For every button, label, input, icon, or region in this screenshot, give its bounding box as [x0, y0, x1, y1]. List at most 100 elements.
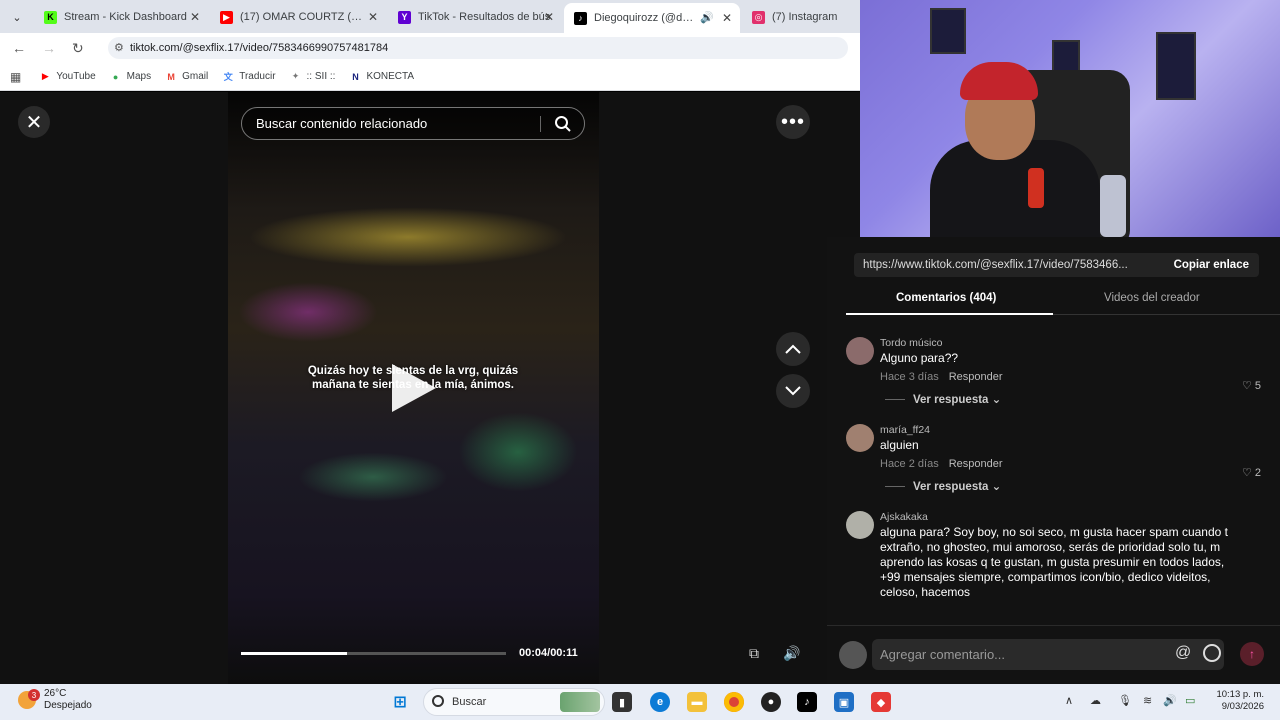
- previous-video-button[interactable]: [776, 332, 810, 366]
- more-options-button[interactable]: •••: [776, 105, 810, 139]
- microphone: [1028, 168, 1044, 208]
- search-placeholder: Buscar contenido relacionado: [256, 116, 428, 131]
- floating-player-icon[interactable]: ⧉: [743, 642, 765, 664]
- avatar[interactable]: [846, 424, 874, 452]
- translate-icon: 文: [223, 72, 233, 82]
- gmail-icon: M: [167, 71, 175, 82]
- bookmarks-bar: ▦ ▶ YouTube ● Maps M Gmail 文 Traducir ✦:: SI…: [0, 63, 860, 91]
- chevron-down-icon: ⌄: [991, 481, 1002, 493]
- view-replies-button[interactable]: Ver respuesta ⌄: [885, 392, 1271, 406]
- tab-creator-videos[interactable]: Videos del creador: [1104, 292, 1200, 304]
- windows-start-icon[interactable]: ⊞: [390, 692, 410, 712]
- edge-icon[interactable]: e: [650, 692, 670, 712]
- youtube-icon: ▶: [220, 10, 233, 24]
- tab-tiktok-active[interactable]: ♪ Diegoquirozz (@diegoq 🔊 ✕: [564, 3, 740, 33]
- apps-grid-icon[interactable]: ▦: [10, 70, 21, 84]
- bookmark-label: Maps: [126, 71, 152, 82]
- chevron-up-icon[interactable]: ∧: [1065, 694, 1073, 707]
- forward-icon[interactable]: →: [42, 40, 56, 56]
- comment-user[interactable]: maría_ff24: [880, 424, 1271, 436]
- search-icon[interactable]: [554, 115, 572, 133]
- chrome-icon[interactable]: [724, 692, 744, 712]
- video-frame-light: [458, 412, 578, 492]
- reply-button[interactable]: Responder: [949, 371, 1003, 383]
- yahoo-icon: Y: [398, 10, 411, 24]
- task-view-icon[interactable]: ▮: [612, 692, 632, 712]
- volume-icon[interactable]: 🔊: [781, 642, 803, 664]
- bookmark-youtube[interactable]: ▶ YouTube: [39, 71, 96, 83]
- send-button[interactable]: ↑: [1240, 642, 1264, 666]
- tiktok-icon[interactable]: ♪: [797, 692, 817, 712]
- video-progress-bar[interactable]: [241, 652, 506, 655]
- reply-button[interactable]: Responder: [949, 458, 1003, 470]
- progress-fill: [241, 652, 347, 655]
- emoji-icon[interactable]: [1203, 644, 1221, 662]
- avatar[interactable]: [846, 337, 874, 365]
- avatar[interactable]: [846, 511, 874, 539]
- close-video-button[interactable]: ✕: [18, 106, 50, 138]
- taskbar-clock[interactable]: 10:13 p. m. 9/03/2026: [1210, 689, 1264, 713]
- view-replies-button[interactable]: Ver respuesta ⌄: [885, 479, 1271, 493]
- store-icon[interactable]: ▣: [834, 692, 854, 712]
- file-explorer-icon[interactable]: ▬: [687, 692, 707, 712]
- comment-user[interactable]: Tordo músico: [880, 337, 1271, 349]
- close-tab-icon[interactable]: ✕: [190, 10, 200, 24]
- tab-comments[interactable]: Comentarios (404): [896, 292, 996, 304]
- tab-title: Stream - Kick Dashboard: [64, 11, 187, 23]
- video-player[interactable]: Quizás hoy te sientas de la vrg, quizás …: [228, 92, 599, 684]
- share-link-row: https://www.tiktok.com/@sexflix.17/video…: [854, 253, 1259, 277]
- close-tab-icon[interactable]: ✕: [368, 10, 378, 24]
- comment-text: alguna para? Soy boy, no soi seco, m gus…: [880, 525, 1228, 599]
- play-icon[interactable]: [392, 364, 436, 412]
- next-video-button[interactable]: [776, 374, 810, 408]
- bookmark-gmail[interactable]: M Gmail: [165, 71, 208, 83]
- back-icon[interactable]: ←: [12, 40, 26, 56]
- maps-icon: ●: [112, 71, 119, 82]
- tab-kick[interactable]: K Stream - Kick Dashboard ✕: [34, 4, 208, 30]
- tab-title: (7) Instagram: [772, 11, 838, 23]
- battery-icon[interactable]: ▭: [1185, 694, 1195, 707]
- onedrive-icon[interactable]: ☁: [1090, 694, 1101, 707]
- app-icon[interactable]: ◆: [871, 692, 891, 712]
- tab-search-icon[interactable]: ⌄: [8, 8, 26, 26]
- close-tab-icon[interactable]: ✕: [544, 10, 554, 24]
- microphone-icon[interactable]: 🎙: [1118, 694, 1132, 707]
- chevron-up-icon: [785, 344, 801, 354]
- taskbar-search[interactable]: Buscar: [423, 688, 605, 716]
- bookmark-maps[interactable]: ● Maps: [110, 71, 151, 83]
- weather-sun-icon: 3: [18, 689, 40, 709]
- wifi-icon[interactable]: ≋: [1143, 694, 1152, 707]
- bookmark-konecta[interactable]: N KONECTA: [349, 71, 414, 83]
- speaker-icon[interactable]: 🔊: [700, 11, 714, 24]
- add-comment-input[interactable]: Agregar comentario...: [872, 639, 1224, 670]
- comment-user[interactable]: Ajskakaka: [880, 511, 1271, 523]
- obs-icon[interactable]: ●: [761, 692, 781, 712]
- wall-poster: [930, 8, 966, 54]
- url-field[interactable]: ⚙ tiktok.com/@sexflix.17/video/758346699…: [108, 37, 848, 59]
- reload-icon[interactable]: ↻: [72, 40, 84, 57]
- streamer-cap: [960, 62, 1038, 100]
- copy-link-button[interactable]: Copiar enlace: [1174, 253, 1249, 277]
- screen: ⌄ K Stream - Kick Dashboard ✕ ▶ (17) OMA…: [0, 0, 1280, 720]
- like-count: 2: [1254, 467, 1261, 479]
- volume-icon[interactable]: 🔊: [1163, 694, 1177, 707]
- tab-instagram[interactable]: ◎ (7) Instagram: [742, 4, 860, 30]
- related-search-input[interactable]: Buscar contenido relacionado: [241, 107, 585, 140]
- like-button[interactable]: ♡ 5: [1242, 379, 1261, 392]
- tab-yahoo[interactable]: Y TikTok - Resultados de bús ✕: [388, 4, 562, 30]
- tab-youtube[interactable]: ▶ (17) OMAR COURTZ (((ous ✕: [210, 4, 386, 30]
- weather-condition: Despejado: [44, 700, 92, 711]
- bookmark-sii[interactable]: ✦:: SII ::: [290, 71, 336, 83]
- close-tab-icon[interactable]: ✕: [722, 11, 732, 25]
- search-divider: [540, 116, 541, 132]
- arrow-up-icon: ↑: [1249, 647, 1255, 661]
- weather-widget[interactable]: 3 26°C Despejado: [18, 688, 92, 712]
- mention-icon[interactable]: @: [1175, 644, 1191, 662]
- comment-time: Hace 3 días: [880, 371, 939, 383]
- site-info-icon[interactable]: ⚙: [114, 37, 124, 59]
- share-url: https://www.tiktok.com/@sexflix.17/video…: [863, 259, 1128, 271]
- close-icon: ✕: [25, 111, 43, 134]
- like-button[interactable]: ♡ 2: [1242, 466, 1261, 479]
- bookmark-traducir[interactable]: 文 Traducir: [222, 71, 276, 83]
- active-tab-indicator: [846, 313, 1053, 315]
